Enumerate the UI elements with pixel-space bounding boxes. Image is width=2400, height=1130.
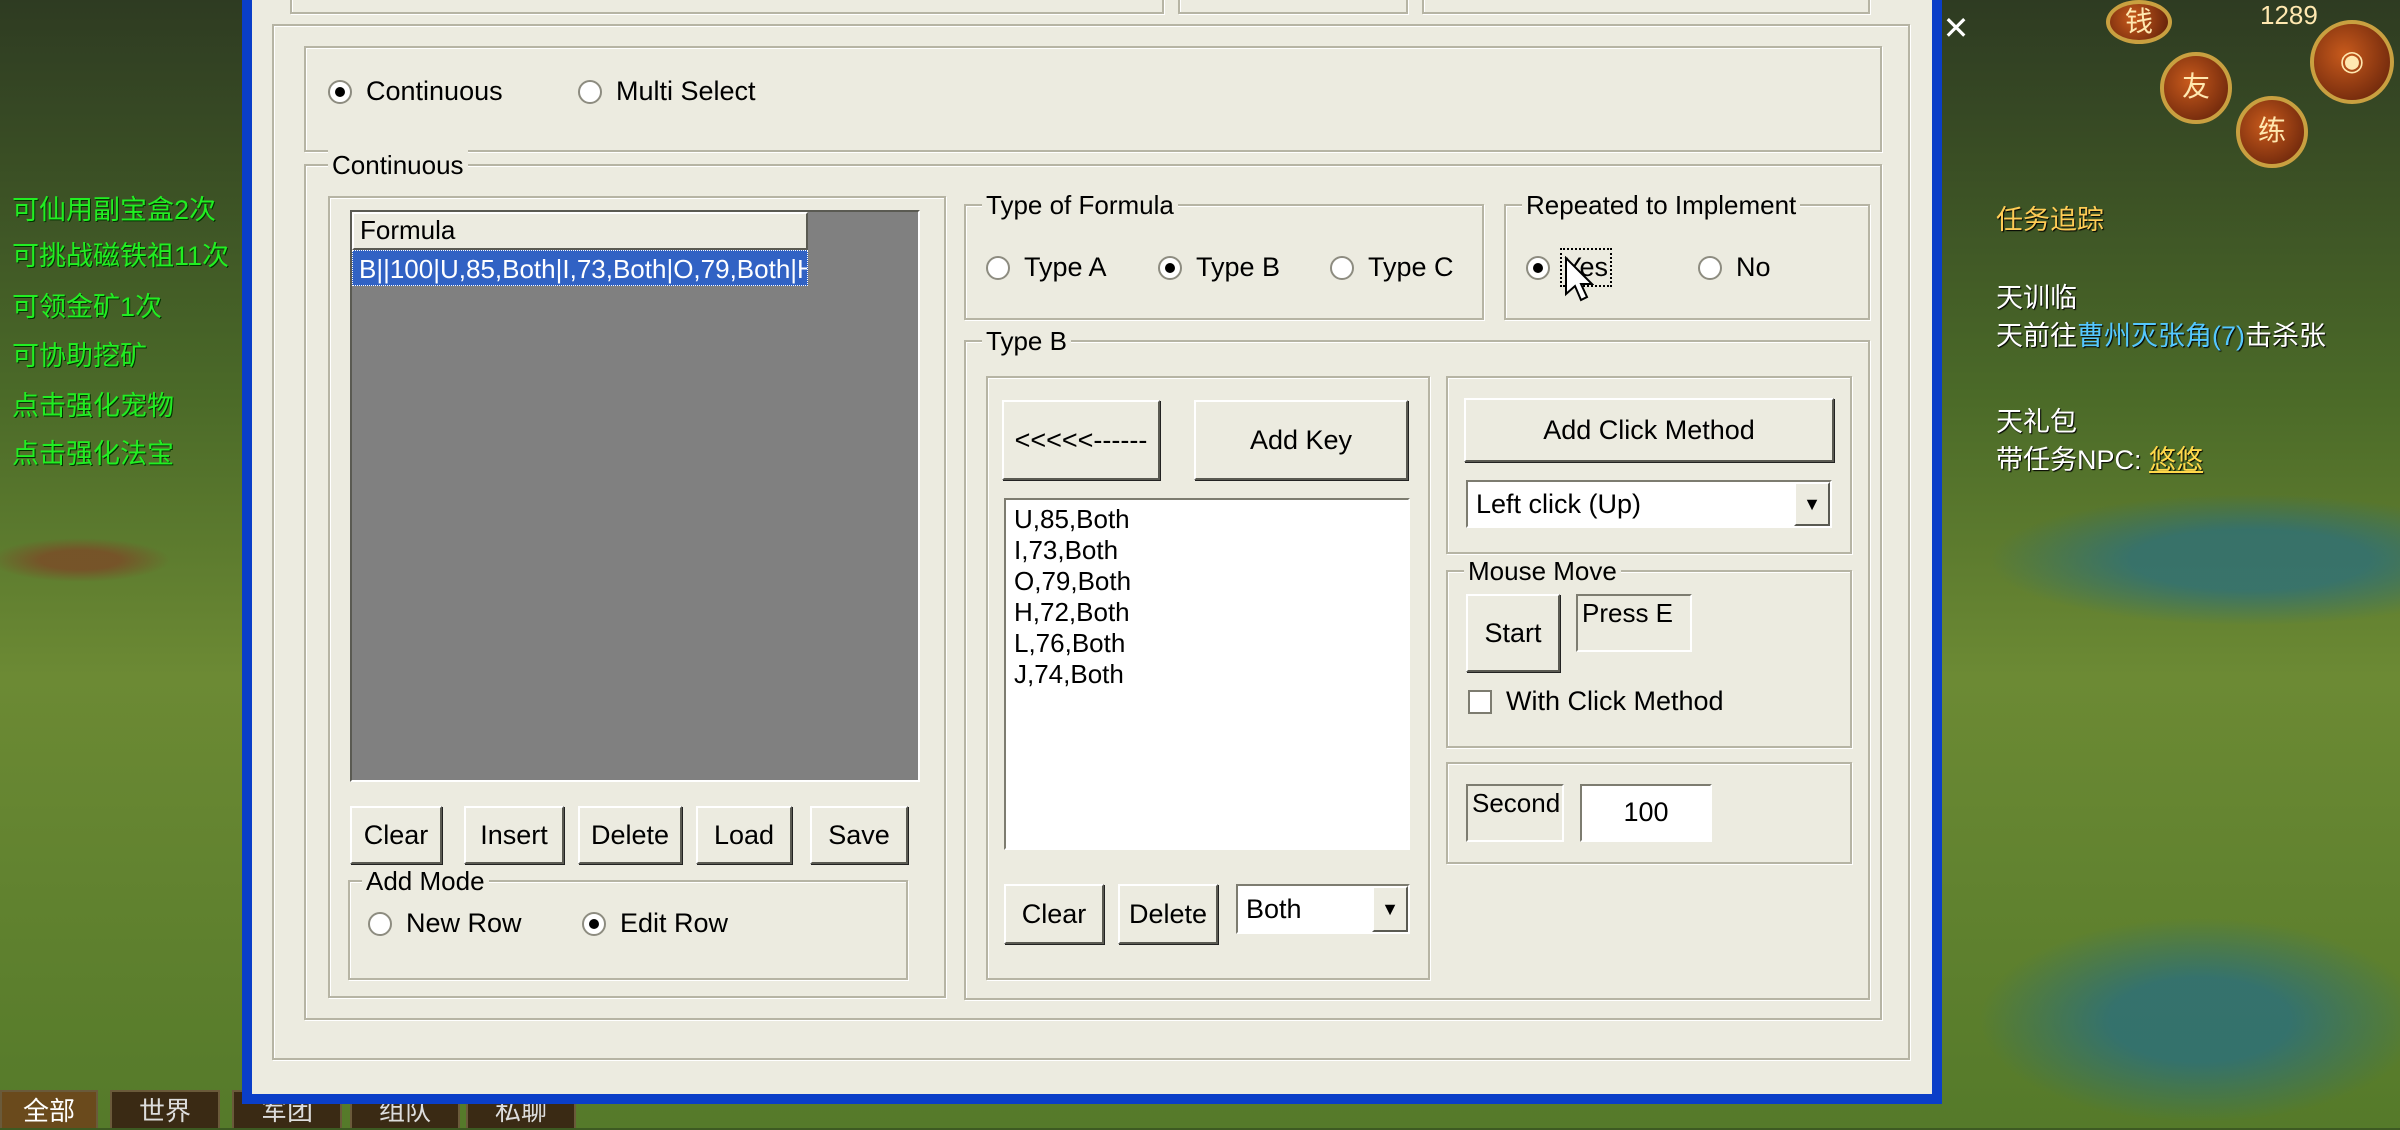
- key-list-item[interactable]: H,72,Both: [1006, 597, 1408, 628]
- key-list-item[interactable]: J,74,Both: [1006, 659, 1408, 690]
- top-pane: [290, 0, 1164, 14]
- formula-dialog: Continuous Multi Select Continuous Formu…: [242, 0, 1942, 1104]
- chat-line[interactable]: 可协助挖矿: [12, 334, 147, 373]
- chat-line[interactable]: 点击强化宠物: [12, 384, 174, 423]
- key-mode-select[interactable]: Both ▼: [1236, 884, 1410, 934]
- chat-line[interactable]: 可领金矿1次: [12, 285, 162, 324]
- second-label: Second: [1466, 784, 1564, 842]
- add-click-method-button[interactable]: Add Click Method: [1464, 398, 1834, 462]
- quest-text: 天前往: [1996, 321, 2077, 351]
- key-list-item[interactable]: O,79,Both: [1006, 566, 1408, 597]
- continuous-group-title: Continuous: [328, 150, 468, 180]
- delete-key-button[interactable]: Delete: [1118, 884, 1218, 944]
- radio-dot: [986, 255, 1010, 280]
- type-b-radio[interactable]: Type B: [1158, 252, 1280, 283]
- quest-text: 带任务NPC:: [1996, 445, 2142, 475]
- second-input[interactable]: 100: [1580, 784, 1712, 842]
- radio-dot: [328, 79, 352, 104]
- mode-box: [304, 46, 1882, 152]
- remove-key-button[interactable]: <<<<<------: [1002, 400, 1160, 480]
- key-list-item[interactable]: I,73,Both: [1006, 535, 1408, 566]
- mode-radio-multi-select[interactable]: Multi Select: [578, 76, 756, 107]
- chat-tab[interactable]: 全部: [0, 1090, 98, 1128]
- quest-line: 天训临: [1996, 283, 2077, 313]
- chat-line[interactable]: 可挑战磁铁祖11次: [12, 234, 229, 273]
- level-readout: 1289: [2260, 0, 2318, 30]
- key-mode-value: Both: [1246, 893, 1302, 924]
- key-list[interactable]: U,85,Both I,73,Both O,79,Both H,72,Both …: [1004, 498, 1410, 850]
- quest-link[interactable]: 曹州灭张角(7): [2077, 321, 2245, 351]
- insert-button[interactable]: Insert: [464, 806, 564, 864]
- load-button[interactable]: Load: [696, 806, 792, 864]
- checkbox-box: [1468, 689, 1492, 714]
- hotkey-field[interactable]: Press E: [1576, 594, 1692, 652]
- chevron-down-icon[interactable]: ▼: [1794, 482, 1830, 526]
- save-button[interactable]: Save: [810, 806, 908, 864]
- chat-line[interactable]: 点击强化法宝: [12, 432, 174, 471]
- add-mode-title: Add Mode: [362, 866, 489, 896]
- radio-dot: [582, 911, 606, 936]
- hud-eye-icon[interactable]: ◉: [2310, 20, 2394, 104]
- checkbox-label: With Click Method: [1506, 686, 1724, 716]
- top-pane: [1178, 0, 1408, 14]
- mouse-cursor-icon: [1565, 256, 1594, 302]
- click-type-select[interactable]: Left click (Up) ▼: [1466, 480, 1832, 528]
- clear-keys-button[interactable]: Clear: [1004, 884, 1104, 944]
- radio-dot: [1330, 255, 1354, 280]
- type-of-formula-title: Type of Formula: [982, 190, 1178, 220]
- quest-link[interactable]: 悠悠: [2149, 445, 2203, 475]
- repeated-title: Repeated to Implement: [1522, 190, 1801, 220]
- radio-label: No: [1736, 252, 1771, 282]
- top-pane: [1422, 0, 1870, 14]
- radio-label: Type C: [1368, 252, 1454, 282]
- repeat-no-radio[interactable]: No: [1698, 252, 1771, 283]
- type-b-title: Type B: [982, 326, 1071, 356]
- hud-orb[interactable]: 友: [2160, 52, 2232, 124]
- with-click-method-checkbox[interactable]: With Click Method: [1468, 686, 1724, 717]
- chat-tab[interactable]: 世界: [110, 1090, 220, 1128]
- quest-tracker-title: 任务追踪: [1996, 205, 2104, 235]
- key-list-item[interactable]: L,76,Both: [1006, 628, 1408, 659]
- radio-label: Type B: [1196, 252, 1281, 282]
- add-mode-radio-new-row[interactable]: New Row: [368, 908, 522, 939]
- radio-label: Continuous: [366, 76, 503, 106]
- radio-dot: [578, 79, 602, 104]
- click-type-value: Left click (Up): [1476, 488, 1642, 519]
- radio-label: Type A: [1024, 252, 1107, 282]
- add-key-button[interactable]: Add Key: [1194, 400, 1408, 480]
- clear-button[interactable]: Clear: [350, 806, 442, 864]
- radio-dot: [1526, 255, 1550, 280]
- type-a-radio[interactable]: Type A: [986, 252, 1107, 283]
- formula-column-header[interactable]: Formula: [352, 212, 808, 250]
- quest-line: 天前往曹州灭张角(7)击杀张: [1996, 314, 2326, 353]
- radio-dot: [1698, 255, 1722, 280]
- radio-dot: [1158, 255, 1182, 280]
- formula-row-selected[interactable]: B||100|U,85,Both|I,73,Both|O,79,Both|H: [352, 250, 808, 286]
- quest-line: 天礼包: [1996, 407, 2077, 437]
- quest-line: 带任务NPC: 悠悠: [1996, 438, 2203, 477]
- hud-orb[interactable]: 钱: [2106, 0, 2172, 44]
- radio-label: Multi Select: [616, 76, 756, 106]
- key-list-item[interactable]: U,85,Both: [1006, 504, 1408, 535]
- dialog-client-area: Continuous Multi Select Continuous Formu…: [252, 0, 1932, 1094]
- mode-radio-continuous[interactable]: Continuous: [328, 76, 503, 107]
- radio-dot: [368, 911, 392, 936]
- mouse-move-start-button[interactable]: Start: [1466, 594, 1560, 672]
- chevron-down-icon[interactable]: ▼: [1372, 886, 1408, 932]
- quest-text: 击杀张: [2245, 321, 2326, 351]
- radio-label: Edit Row: [620, 908, 729, 938]
- chat-line[interactable]: 可仙用副宝盒2次: [12, 188, 216, 227]
- close-icon[interactable]: ✕: [1936, 8, 1976, 48]
- radio-label: New Row: [406, 908, 522, 938]
- formula-list[interactable]: Formula B||100|U,85,Both|I,73,Both|O,79,…: [350, 210, 920, 782]
- mouse-move-title: Mouse Move: [1464, 556, 1621, 586]
- add-mode-radio-edit-row[interactable]: Edit Row: [582, 908, 728, 939]
- hud-orb[interactable]: 练: [2236, 96, 2308, 168]
- delete-button[interactable]: Delete: [578, 806, 682, 864]
- type-c-radio[interactable]: Type C: [1330, 252, 1454, 283]
